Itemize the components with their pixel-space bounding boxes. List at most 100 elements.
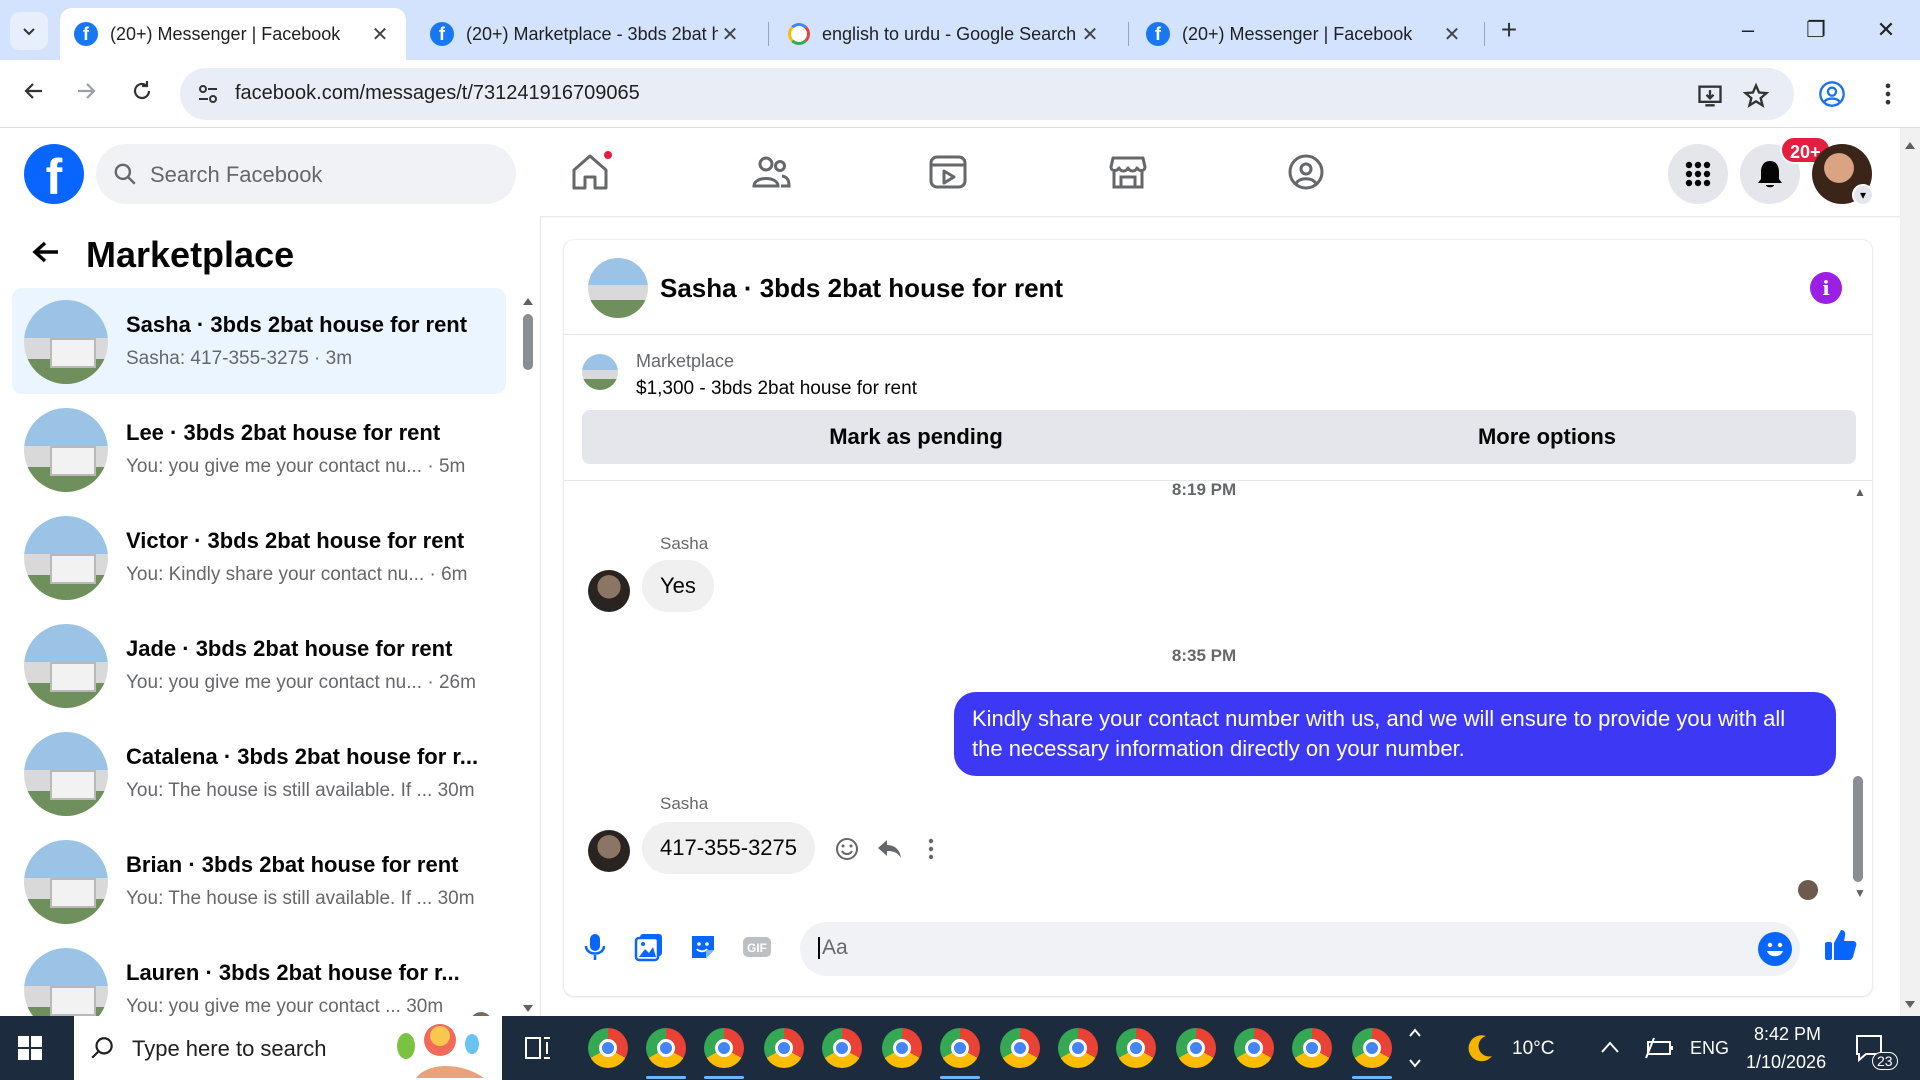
scroll-up-icon[interactable] <box>522 296 534 306</box>
browser-tab[interactable]: f (20+) Marketplace - 3bds 2bat h ✕ <box>416 8 756 60</box>
scroll-down-icon[interactable]: ▼ <box>1854 886 1866 900</box>
weather-moon-icon[interactable] <box>1464 1032 1496 1064</box>
site-settings-icon[interactable] <box>196 82 220 106</box>
chat-list-scroll-thumb[interactable] <box>523 314 533 370</box>
sticker-icon[interactable] <box>686 930 720 964</box>
reply-icon[interactable] <box>874 834 904 864</box>
windows-start-icon[interactable] <box>18 1036 42 1060</box>
address-bar[interactable]: facebook.com/messages/t/731241916709065 <box>180 68 1794 120</box>
chrome-taskbar-icon[interactable] <box>1352 1028 1392 1068</box>
chevron-up-icon[interactable] <box>1600 1040 1620 1054</box>
incoming-message[interactable]: Yes <box>642 560 714 612</box>
chat-preview: You: you give me your contact nu... · 5m <box>126 456 466 477</box>
close-tab-icon[interactable]: ✕ <box>1078 22 1102 47</box>
sender-avatar[interactable] <box>588 830 630 872</box>
incoming-message[interactable]: 417-355-3275 <box>642 822 816 874</box>
chat-list-item[interactable]: Jade · 3bds 2bat house for rent You: you… <box>12 612 506 718</box>
chat-list-item[interactable]: Lee · 3bds 2bat house for rent You: you … <box>12 396 506 502</box>
tab-search-button[interactable] <box>10 12 48 50</box>
sender-avatar[interactable] <box>588 570 630 612</box>
gif-icon[interactable]: GIF <box>740 930 774 964</box>
bookmark-star-icon[interactable] <box>1742 82 1770 110</box>
install-app-icon[interactable] <box>1696 82 1724 110</box>
chat-list-item[interactable]: Sasha · 3bds 2bat house for rent Sasha: … <box>12 288 506 394</box>
listing-title[interactable]: $1,300 - 3bds 2bat house for rent <box>636 378 917 400</box>
scroll-down-icon[interactable] <box>522 1004 534 1014</box>
scroll-down-icon[interactable] <box>1904 1000 1916 1010</box>
profile-icon[interactable] <box>1818 80 1846 108</box>
scroll-up-icon[interactable] <box>1904 140 1916 150</box>
clock-time[interactable]: 8:42 PM <box>1754 1024 1821 1045</box>
emoji-icon[interactable] <box>1758 932 1792 966</box>
svg-text:GIF: GIF <box>747 941 767 955</box>
chrome-taskbar-icon[interactable] <box>1292 1028 1332 1068</box>
close-tab-icon[interactable]: ✕ <box>1440 22 1464 47</box>
forward-button[interactable] <box>66 74 106 114</box>
gaming-icon[interactable] <box>1282 148 1330 196</box>
battery-icon[interactable] <box>1644 1036 1674 1060</box>
video-icon[interactable] <box>924 148 972 196</box>
facebook-logo-icon[interactable]: f <box>24 144 84 205</box>
taskbar-scroll-icon[interactable] <box>1408 1026 1422 1070</box>
chrome-taskbar-icon[interactable] <box>1000 1028 1040 1068</box>
conversation-title[interactable]: Sasha · 3bds 2bat house for rent <box>660 273 1063 304</box>
chrome-taskbar-icon[interactable] <box>588 1028 628 1068</box>
back-button[interactable] <box>14 74 54 114</box>
running-indicator <box>704 1076 744 1079</box>
close-tab-icon[interactable]: ✕ <box>718 22 742 47</box>
chrome-taskbar-icon[interactable] <box>940 1028 980 1068</box>
conversation-scroll-thumb[interactable] <box>1853 776 1863 882</box>
new-tab-button[interactable]: + <box>1492 14 1526 48</box>
photo-icon[interactable] <box>632 930 666 964</box>
page-scrollbar[interactable] <box>1900 128 1920 1016</box>
react-emoji-icon[interactable] <box>832 834 862 864</box>
task-view-icon[interactable] <box>524 1036 552 1060</box>
marketplace-icon[interactable] <box>1104 148 1152 196</box>
menu-button[interactable] <box>1668 144 1728 204</box>
language-indicator[interactable]: ENG <box>1690 1038 1729 1059</box>
chrome-taskbar-icon[interactable] <box>1176 1028 1216 1068</box>
chat-list-item[interactable]: Brian · 3bds 2bat house for rent You: Th… <box>12 828 506 934</box>
like-icon[interactable] <box>1822 926 1860 964</box>
weather-temperature[interactable]: 10°C <box>1512 1038 1554 1060</box>
search-icon <box>91 1037 113 1059</box>
browser-tab[interactable]: f (20+) Messenger | Facebook ✕ <box>60 8 406 60</box>
restore-button[interactable]: ❐ <box>1792 10 1840 50</box>
close-window-button[interactable]: ✕ <box>1862 10 1910 50</box>
chat-preview-text: You: you give me your contact nu... <box>126 672 423 693</box>
chat-list-scrollbar[interactable] <box>520 296 536 1016</box>
chrome-taskbar-icon[interactable] <box>882 1028 922 1068</box>
message-input-placeholder: Aa <box>818 937 848 959</box>
browser-tab[interactable]: f (20+) Messenger | Facebook ✕ <box>1132 8 1478 60</box>
minimize-button[interactable]: – <box>1724 10 1772 50</box>
close-tab-icon[interactable]: ✕ <box>368 22 392 47</box>
chrome-taskbar-icon[interactable] <box>822 1028 862 1068</box>
friends-icon[interactable] <box>746 148 794 196</box>
listing-thumbnail[interactable] <box>588 258 648 318</box>
reload-button[interactable] <box>122 74 162 114</box>
scroll-up-icon[interactable]: ▲ <box>1854 485 1866 499</box>
chat-list-item[interactable]: Victor · 3bds 2bat house for rent You: K… <box>12 504 506 610</box>
info-icon[interactable]: i <box>1810 272 1842 304</box>
chrome-taskbar-icon[interactable] <box>646 1028 686 1068</box>
microphone-icon[interactable] <box>578 930 612 964</box>
chrome-taskbar-icon[interactable] <box>704 1028 744 1068</box>
facebook-search-input[interactable]: Search Facebook <box>96 144 516 204</box>
outgoing-message[interactable]: Kindly share your contact number with us… <box>954 692 1836 776</box>
chrome-taskbar-icon[interactable] <box>1116 1028 1156 1068</box>
browser-tab[interactable]: english to urdu - Google Search ✕ <box>774 8 1116 60</box>
browser-menu-icon[interactable] <box>1874 80 1902 108</box>
message-input[interactable]: Aa <box>800 922 1800 976</box>
listing-thumbnail[interactable] <box>582 354 618 390</box>
mark-as-pending-button[interactable]: Mark as pending <box>582 410 1250 464</box>
more-actions-icon[interactable] <box>916 834 946 864</box>
chrome-taskbar-icon[interactable] <box>764 1028 804 1068</box>
back-arrow-icon[interactable] <box>30 236 62 275</box>
clock-date[interactable]: 1/10/2026 <box>1746 1052 1826 1073</box>
account-avatar[interactable]: ▾ <box>1812 144 1874 206</box>
chrome-taskbar-icon[interactable] <box>1234 1028 1274 1068</box>
taskbar-search-input[interactable]: Type here to search <box>74 1016 502 1080</box>
more-options-button[interactable]: More options <box>1238 410 1856 464</box>
chat-list-item[interactable]: Catalena · 3bds 2bat house for r... You:… <box>12 720 506 826</box>
chrome-taskbar-icon[interactable] <box>1058 1028 1098 1068</box>
